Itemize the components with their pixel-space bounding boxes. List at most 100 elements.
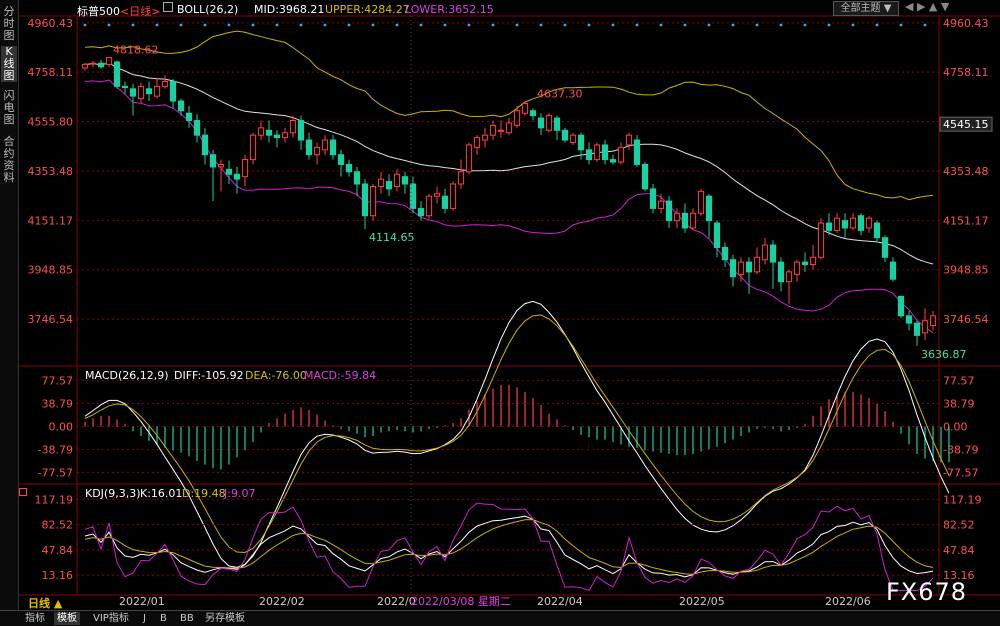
candle-body [553, 117, 561, 131]
macd-y-tick-label: 38.79 [42, 397, 74, 410]
candle-body [265, 129, 273, 136]
candle-body [873, 222, 881, 239]
candle-body [129, 88, 137, 97]
candle-body [697, 190, 705, 214]
signal-dot [587, 23, 591, 27]
candle-body [561, 129, 569, 141]
kdj-y-tick-label: 82.52 [943, 519, 975, 532]
candle-body [721, 246, 729, 261]
x-tick-label: 2022/06 [825, 595, 871, 608]
signal-dot [539, 23, 543, 27]
y-tick-label: 4960.43 [943, 17, 989, 30]
candle-body [521, 102, 529, 114]
macd-diff-line [84, 300, 950, 568]
candle-body [785, 271, 793, 283]
candle-body [489, 124, 497, 136]
x-tick-label: 2022/03/08 星期二 [411, 595, 511, 608]
candle-body [457, 171, 465, 185]
tab-bb[interactable]: BB [177, 612, 197, 625]
candle-body [281, 132, 289, 139]
candle-body [161, 80, 169, 87]
period-switch[interactable]: 日线 ▲ [28, 595, 62, 611]
side-tab-kline[interactable]: K线图 [1, 46, 17, 82]
kdj-k-line [84, 515, 934, 578]
y-tick-label: 4758.11 [943, 66, 989, 79]
candle-body [401, 176, 409, 185]
macd-label: MACD(26,12,9) [85, 369, 169, 382]
signal-dot [779, 23, 783, 27]
candle-body [745, 261, 753, 273]
candle-body [81, 63, 89, 69]
candle-body [849, 217, 857, 229]
macd-dea: DEA:-76.00 [245, 369, 307, 382]
candle-body [545, 115, 553, 131]
candle-body [617, 146, 625, 163]
candle-body [753, 256, 761, 273]
chart-canvas[interactable]: 4960.434960.434758.114758.114555.804555.… [19, 0, 1000, 610]
macd-y-tick-label: -38.79 [943, 444, 978, 457]
candle-body [897, 295, 905, 317]
x-tick-label: 2022/04 [537, 595, 583, 608]
candle-body [601, 144, 609, 161]
candle-body [145, 88, 153, 95]
candle-body [329, 139, 337, 156]
candle-body [505, 122, 513, 134]
candle-body [217, 163, 225, 168]
tab-save-template[interactable]: 另存模板 [202, 612, 248, 625]
candle-body [297, 120, 305, 141]
signal-dot [923, 23, 927, 27]
candle-body [729, 259, 737, 278]
candle-body [441, 195, 449, 209]
candle-body [473, 137, 481, 148]
candle-body [593, 144, 601, 161]
tab-b[interactable]: B [157, 612, 170, 625]
theme-select[interactable]: 全部主题 ▼ [833, 1, 899, 16]
candle-body [825, 222, 833, 231]
y-tick-label: 3746.54 [943, 313, 989, 326]
kdj-y-tick-label: 47.84 [42, 544, 74, 557]
boll-lower: LOWER:3652.15 [405, 3, 494, 16]
candle-body [393, 173, 401, 187]
tab-vip-indicators[interactable]: VIP指标 [90, 612, 132, 625]
signal-dot [683, 23, 687, 27]
candle-body [649, 188, 657, 209]
macd-value: MACD:-59.84 [304, 369, 377, 382]
candle-body [321, 139, 329, 151]
candle-body [641, 163, 649, 190]
kdj-j: J:9.07 [224, 487, 256, 500]
kdj-toggle-icon[interactable] [19, 488, 27, 496]
y-tick-label: 4960.43 [28, 17, 74, 30]
side-tab-timeshare[interactable]: 分时图 [1, 6, 17, 42]
x-tick-label: 2022/05 [679, 595, 725, 608]
candle-body [169, 80, 177, 102]
tab-j[interactable]: J [140, 612, 149, 625]
macd-y-tick-label: -77.57 [38, 467, 73, 480]
candle-body [385, 181, 393, 190]
symbol-name: 标普500 [77, 5, 120, 18]
boll-mid: MID:3968.21 [254, 3, 325, 16]
candle-body [809, 256, 817, 266]
boll-toggle-icon[interactable] [163, 2, 173, 12]
candle-body [817, 222, 825, 258]
side-tab-flash[interactable]: 闪电图 [1, 90, 17, 126]
signal-dot [635, 23, 639, 27]
candle-body [257, 127, 265, 136]
signal-dot [227, 23, 231, 27]
signal-dot [131, 23, 135, 27]
tab-indicators[interactable]: 指标 [22, 612, 48, 625]
kdj-y-tick-label: 117.19 [943, 493, 982, 506]
tab-templates[interactable]: 模板 [54, 612, 80, 625]
candle-body [905, 315, 913, 324]
candle-body [889, 261, 897, 280]
signal-dot [443, 23, 447, 27]
period-label[interactable]: <日线> [120, 3, 160, 19]
signal-dot [275, 23, 279, 27]
candle-body [369, 185, 377, 217]
extreme-annotation: 3636.87 [921, 348, 967, 361]
side-tab-contract-info[interactable]: 合约资料 [1, 136, 17, 184]
candle-body [841, 220, 849, 229]
extreme-annotation: 4818.62 [113, 43, 159, 56]
candle-body [929, 315, 937, 327]
nav-arrows-icon[interactable]: ◀ ▶ ▲ ▼ [905, 0, 949, 13]
candle-body [625, 134, 633, 146]
